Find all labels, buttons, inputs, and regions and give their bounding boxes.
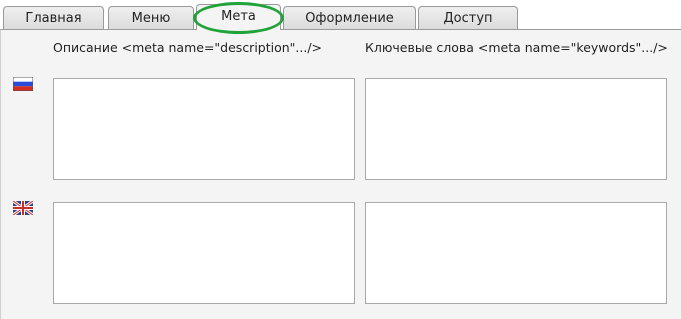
tab-meta[interactable]: Мета xyxy=(196,4,281,30)
description-column-label: Описание <meta name="description".../> xyxy=(53,40,323,55)
description-field-en[interactable] xyxy=(53,202,355,304)
tab-design[interactable]: Оформление xyxy=(283,6,416,29)
tab-menu[interactable]: Меню xyxy=(108,6,194,29)
description-field-ru[interactable] xyxy=(53,78,355,180)
uk-flag-icon xyxy=(13,201,33,215)
tab-access[interactable]: Доступ xyxy=(418,6,518,29)
tab-main[interactable]: Главная xyxy=(3,6,104,29)
russia-flag-icon xyxy=(13,77,33,91)
keywords-field-en[interactable] xyxy=(365,202,667,304)
tab-bar: Главная Меню Мета Оформление Доступ xyxy=(0,0,681,34)
keywords-field-ru[interactable] xyxy=(365,78,667,180)
keywords-column-label: Ключевые слова <meta name="keywords".../… xyxy=(365,40,668,55)
